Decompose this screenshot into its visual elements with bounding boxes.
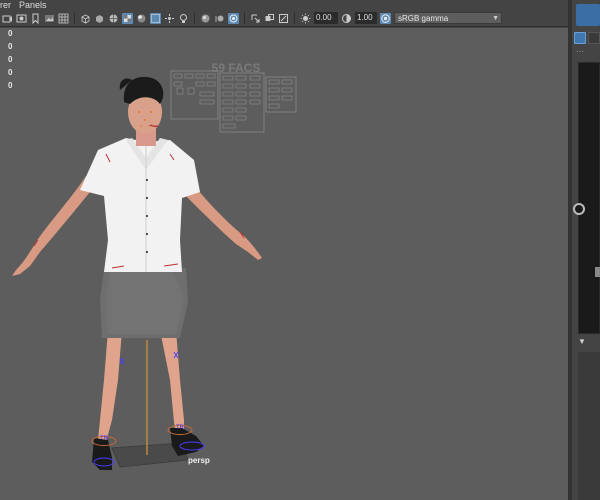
- wireframe-on-shaded-icon[interactable]: [108, 13, 119, 24]
- viewport-toolbar: sRGB gamma ▼: [0, 10, 568, 27]
- toolbar-separator: [294, 12, 295, 24]
- color-management-icon[interactable]: [380, 12, 391, 24]
- gate-mask-icon[interactable]: [278, 13, 289, 24]
- menu-renderer[interactable]: rer: [0, 0, 11, 10]
- menu-panels[interactable]: Panels: [19, 0, 47, 10]
- motion-blur-icon[interactable]: [214, 13, 225, 24]
- scene-render: 59 FACS TR TR: [12, 61, 297, 470]
- manip-label-left: TR: [100, 436, 109, 442]
- sphere-icon[interactable]: [200, 13, 211, 24]
- image-plane-icon[interactable]: [44, 13, 55, 24]
- wireframe-icon[interactable]: [80, 13, 91, 24]
- camera-name-label: persp: [188, 456, 210, 465]
- grid-icon[interactable]: [58, 13, 69, 24]
- xray-icon[interactable]: [178, 13, 189, 24]
- gamma-icon[interactable]: [341, 13, 352, 24]
- menu-bar: rer Panels: [0, 0, 568, 10]
- toolbar-separator: [74, 12, 75, 24]
- ambient-occlusion-icon[interactable]: [228, 12, 239, 24]
- side-panel: ··· ▼: [572, 0, 600, 500]
- exposure-field[interactable]: [314, 12, 338, 24]
- textured-icon[interactable]: [122, 12, 133, 24]
- handle-icon[interactable]: [595, 267, 600, 277]
- side-panel-lower: [578, 352, 600, 500]
- side-panel-view: [573, 62, 600, 334]
- character-model[interactable]: [12, 76, 262, 470]
- select-camera-icon[interactable]: [2, 13, 13, 24]
- smooth-shade-icon[interactable]: [94, 13, 105, 24]
- isolate-select-icon[interactable]: [164, 13, 175, 24]
- lighting-icon[interactable]: [136, 13, 147, 24]
- brush-icon[interactable]: [574, 32, 586, 44]
- resolution-gate-icon[interactable]: [250, 13, 261, 24]
- perspective-viewport[interactable]: 0 0 0 0 0 59 FACS TR TR persp: [0, 28, 568, 500]
- manip-label-right: TR: [176, 425, 185, 431]
- facs-control-panel[interactable]: 59 FACS: [170, 61, 297, 133]
- color-space-dropdown[interactable]: sRGB gamma ▼: [394, 12, 502, 24]
- camera-attributes-icon[interactable]: [16, 13, 27, 24]
- more-options-icon[interactable]: ···: [576, 47, 584, 56]
- gamma-field[interactable]: [355, 12, 377, 24]
- toolbar-separator: [244, 12, 245, 24]
- film-gate-icon[interactable]: [264, 13, 275, 24]
- chevron-down-icon: ▼: [492, 15, 499, 22]
- color-space-value: sRGB gamma: [398, 14, 449, 23]
- bookmark-icon[interactable]: [30, 13, 41, 24]
- tool-icon[interactable]: [588, 32, 600, 44]
- exposure-icon[interactable]: [300, 13, 311, 24]
- expand-arrow-icon[interactable]: ▼: [578, 337, 586, 346]
- shadows-icon[interactable]: [150, 12, 161, 24]
- nav-circle-icon[interactable]: [573, 203, 585, 215]
- toolbar-separator: [194, 12, 195, 24]
- app-logo-icon: [576, 4, 600, 26]
